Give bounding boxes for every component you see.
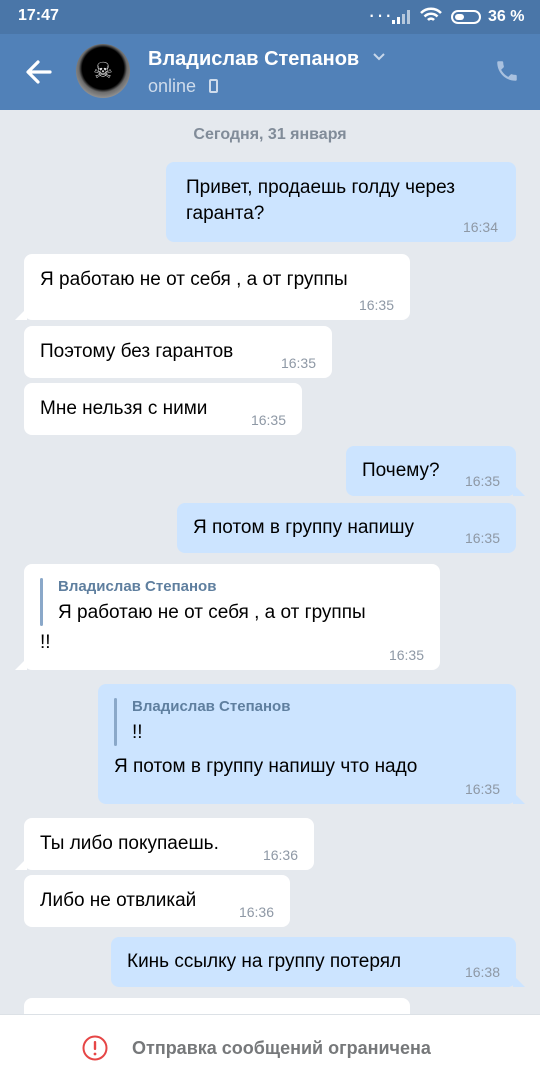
message-text: Я потом в группу напишу что надо — [114, 756, 418, 777]
reply-author: Владислав Степанов — [58, 578, 217, 595]
composer-restricted-bar: Отправка сообщений ограничена — [0, 1014, 540, 1081]
outgoing-message[interactable]: Привет, продаешь голду через гаранта? 16… — [166, 162, 516, 242]
date-separator: Сегодня, 31 января — [193, 126, 347, 143]
message-time: 16:35 — [464, 781, 500, 797]
battery-level: 36 % — [488, 8, 525, 25]
notification-dots-icon: ··· — [368, 2, 393, 27]
exclamation-circle-icon — [82, 1035, 108, 1061]
message-text: Мне нельзя с ними — [40, 398, 208, 419]
message-time: 16:35 — [464, 473, 500, 489]
status-bar: 17:47 ··· 36 % — [0, 0, 540, 34]
message-text: Кинь ссылку на группу потерял — [127, 951, 402, 972]
status-time: 17:47 — [18, 7, 59, 24]
outgoing-message[interactable]: Кинь ссылку на группу потерял 16:38 — [111, 937, 525, 987]
battery-icon — [451, 10, 481, 24]
chevron-down-icon[interactable] — [372, 52, 386, 62]
wifi-icon — [420, 7, 442, 21]
incoming-message[interactable]: Ты либо покупаешь. 16:36 — [15, 818, 314, 870]
incoming-message[interactable]: Мне нельзя с ними 16:35 — [24, 383, 302, 435]
restricted-message: Отправка сообщений ограничена — [132, 1038, 431, 1058]
message-text: Поэтому без гарантов — [40, 341, 234, 362]
incoming-message[interactable]: Поэтому без гарантов 16:35 — [24, 326, 332, 378]
chat-header: ☠ Владислав Степанов online — [0, 34, 540, 110]
reply-text: !! — [132, 722, 143, 743]
message-time: 16:35 — [250, 412, 286, 428]
message-time: 16:35 — [388, 647, 424, 663]
message-time: 16:35 — [280, 355, 316, 371]
reply-quote-bar — [114, 698, 117, 746]
message-time: 16:35 — [464, 530, 500, 546]
incoming-message[interactable]: Либо не отвликай 16:36 — [24, 875, 290, 927]
incoming-message[interactable]: Я работаю не от себя , а от группы 16:35 — [15, 254, 410, 320]
message-time: 16:36 — [262, 847, 298, 863]
outgoing-message-with-reply[interactable]: Владислав Степанов !! Я потом в группу н… — [98, 684, 525, 804]
message-text: Я работаю не от себя , а от группы — [40, 269, 348, 290]
arrow-left-icon[interactable] — [22, 56, 56, 88]
avatar[interactable]: ☠ — [76, 44, 130, 98]
reply-author: Владислав Степанов — [132, 698, 291, 715]
message-time: 16:38 — [464, 964, 500, 980]
reply-quote-bar — [40, 578, 43, 626]
message-time: 16:34 — [462, 219, 498, 235]
outgoing-message[interactable]: Почему? 16:35 — [346, 446, 525, 496]
mobile-phone-icon — [209, 79, 218, 93]
contact-name[interactable]: Владислав Степанов — [148, 48, 359, 71]
contact-status: online — [148, 76, 197, 96]
phone-icon[interactable] — [494, 58, 520, 84]
incoming-message-with-reply[interactable]: Владислав Степанов Я работаю не от себя … — [15, 564, 440, 670]
message-text: Привет, продаешь голду через гаранта? — [186, 177, 455, 224]
message-time: 16:35 — [358, 297, 394, 313]
message-text: Я потом в группу напишу — [193, 517, 415, 538]
signal-icon — [392, 10, 410, 24]
message-text: Ты либо покупаешь. — [40, 833, 219, 854]
reply-text: Я работаю не от себя , а от группы — [58, 602, 366, 623]
message-time: 16:36 — [238, 904, 274, 920]
message-text: !! — [40, 632, 51, 653]
outgoing-message[interactable]: Я потом в группу напишу 16:35 — [177, 503, 516, 553]
